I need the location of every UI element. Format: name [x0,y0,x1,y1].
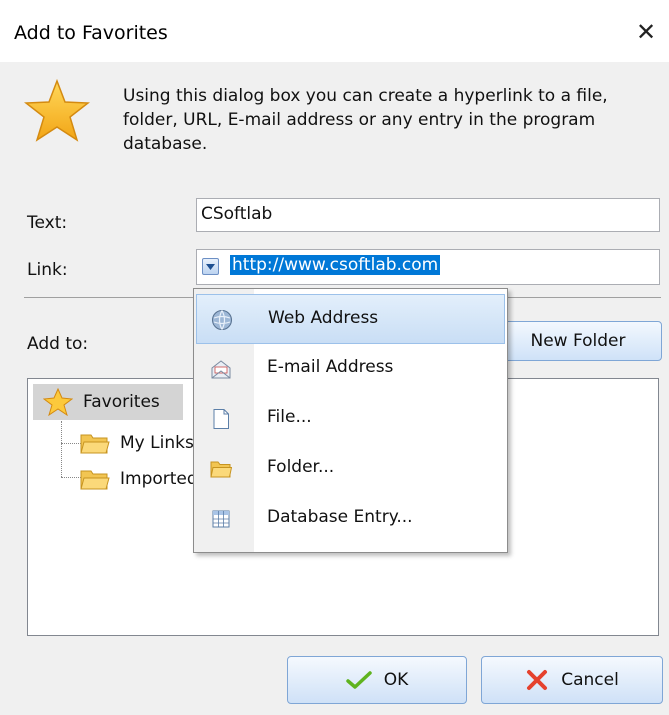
table-icon [212,510,230,528]
cancel-button-label: Cancel [561,670,619,690]
folder-icon [80,434,110,454]
menu-item-label: Web Address [268,308,379,328]
add-to-label: Add to: [27,334,89,354]
new-folder-button-label: New Folder [530,331,626,351]
star-icon [24,78,90,142]
menu-item-web-address[interactable]: Web Address [196,294,505,344]
menu-item-database-entry[interactable]: Database Entry... [196,494,505,544]
red-x-icon [527,670,548,690]
link-type-menu: Web Address E-mail Address File... Folde… [193,288,508,553]
tree-item-label: Favorites [83,392,160,412]
checkmark-icon [345,671,372,689]
link-input-value: http://www.csoftlab.com [230,255,441,275]
link-label: Link: [27,260,68,280]
close-button[interactable]: ✕ [623,12,669,52]
menu-item-label: E-mail Address [267,357,394,377]
star-icon [43,388,73,416]
chevron-down-icon [206,263,215,270]
tree-connector [61,477,81,478]
ok-button-label: OK [383,670,409,690]
text-input-value: CSoftlab [201,204,273,224]
folder-icon [80,470,110,490]
tree-item-label: My Links [120,433,194,453]
folder-icon [210,461,232,478]
tree-item-favorites[interactable]: Favorites [33,384,183,420]
menu-item-label: Database Entry... [267,507,413,527]
title-bar: Add to Favorites ✕ [0,0,669,62]
tree-item-label: Imported [120,469,198,489]
ok-button[interactable]: OK [287,656,467,704]
text-label: Text: [27,213,68,233]
globe-icon [212,310,232,330]
tree-connector [61,421,62,477]
envelope-icon [211,360,231,379]
new-folder-button[interactable]: New Folder [494,321,662,361]
add-to-favorites-dialog: Add to Favorites ✕ Using this dialog box… [0,0,669,715]
link-input[interactable]: http://www.csoftlab.com [196,249,660,285]
menu-item-email-address[interactable]: E-mail Address [196,344,505,394]
info-text: Using this dialog box you can create a h… [123,86,608,154]
menu-item-label: File... [267,407,312,427]
close-icon: ✕ [635,18,657,46]
tree-connector [61,443,81,444]
dialog-title: Add to Favorites [14,22,168,44]
file-icon [213,409,229,429]
menu-item-folder[interactable]: Folder... [196,444,505,494]
text-input[interactable]: CSoftlab [196,198,660,232]
menu-item-label: Folder... [267,457,335,477]
menu-item-file[interactable]: File... [196,394,505,444]
cancel-button[interactable]: Cancel [481,656,663,704]
link-type-dropdown-button[interactable] [202,258,219,275]
